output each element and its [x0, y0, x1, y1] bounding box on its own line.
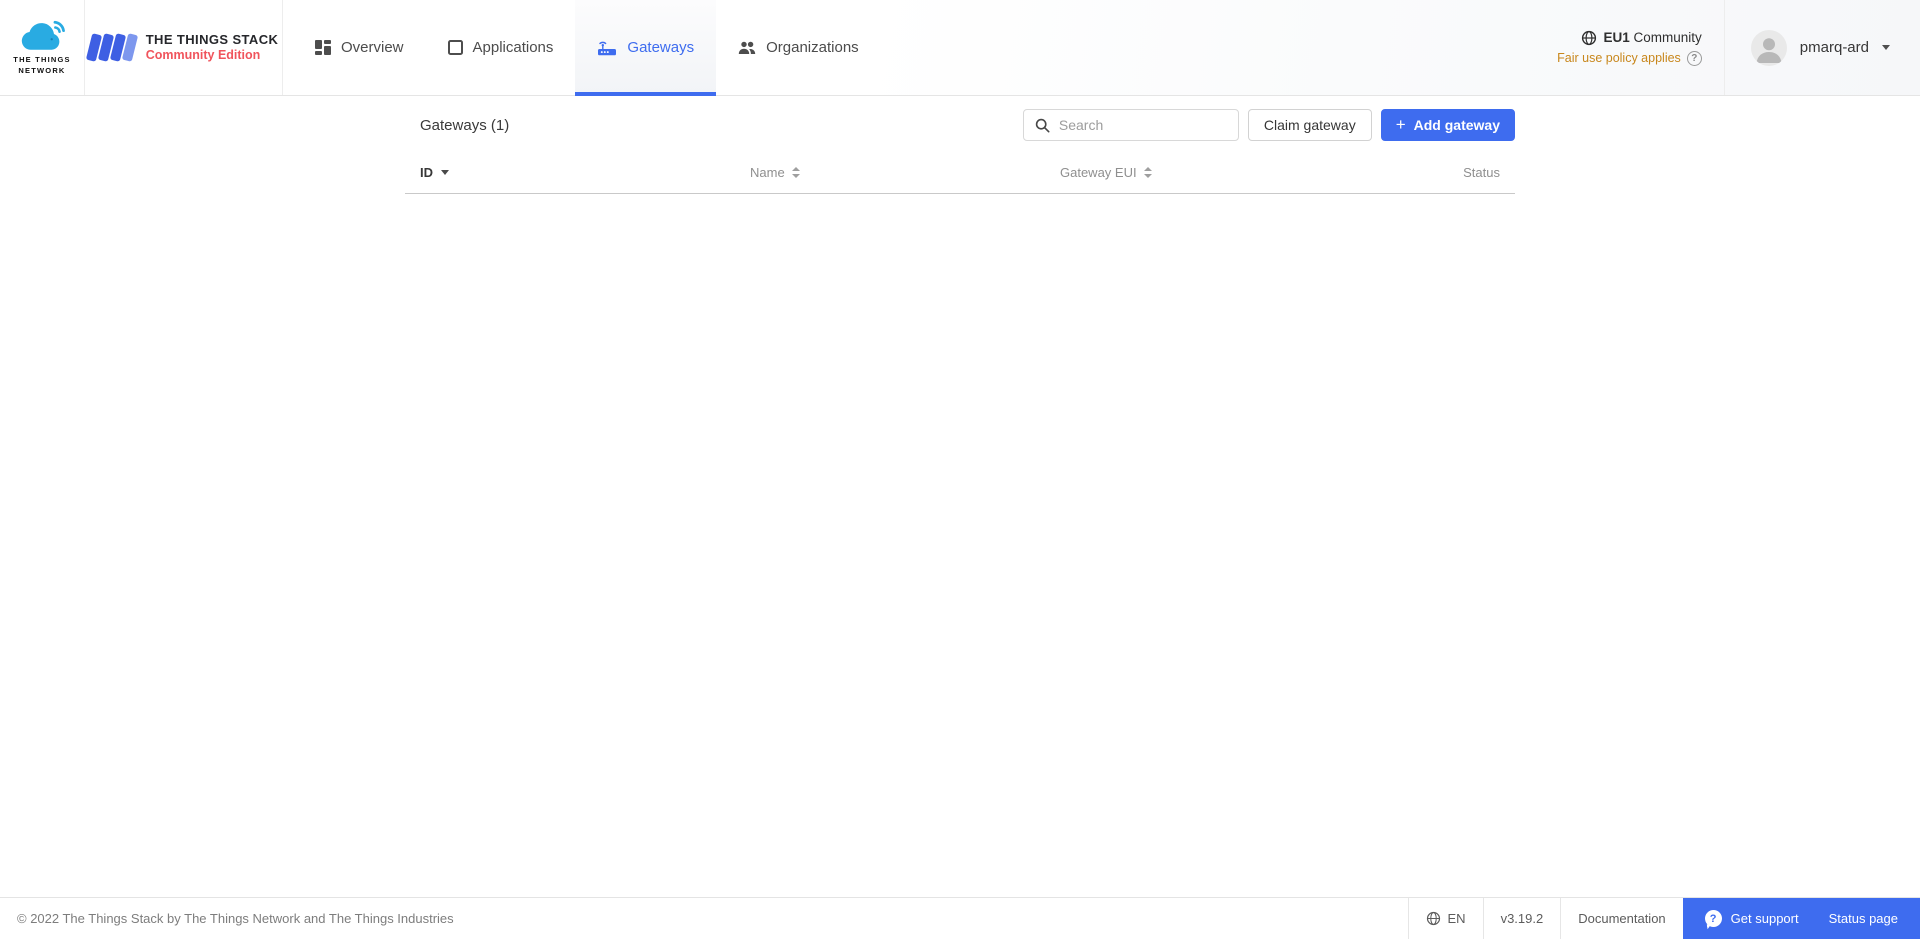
tts-logo-title: THE THINGS STACK [145, 31, 279, 47]
help-circle-icon[interactable]: ? [1686, 50, 1702, 66]
tab-gateways-label: Gateways [627, 39, 695, 56]
search-input[interactable] [1058, 117, 1227, 133]
add-gateway-button[interactable]: + Add gateway [1380, 109, 1515, 141]
tab-applications-label: Applications [472, 39, 554, 56]
cluster-name: EU1 [1603, 30, 1630, 45]
chevron-down-icon [1882, 45, 1890, 50]
search-icon [1035, 118, 1050, 132]
tab-organizations[interactable]: Organizations [716, 0, 881, 95]
plus-icon: + [1395, 115, 1406, 134]
overview-grid-icon [315, 40, 331, 55]
column-header-gateway-eui[interactable]: Gateway EUI [1060, 165, 1370, 180]
gateways-toolbar: Gateways (1) Claim gateway + Add gateway [405, 109, 1515, 141]
page-title: Gateways (1) [420, 116, 510, 134]
documentation-link[interactable]: Documentation [1560, 898, 1682, 939]
tts-stack-icon [85, 33, 138, 62]
fair-use-text: Fair use policy applies [1557, 51, 1681, 65]
gateways-table-header: ID Name Gateway EUI Status [405, 165, 1515, 194]
ttn-cloud-icon [21, 21, 65, 51]
add-gateway-label: Add gateway [1413, 117, 1500, 133]
sort-both-icon [791, 167, 800, 178]
applications-box-icon [447, 40, 463, 55]
support-question-icon: ? [1704, 910, 1722, 927]
get-support-label: Get support [1730, 911, 1799, 926]
column-header-name[interactable]: Name [750, 165, 1060, 180]
sort-both-icon [1143, 167, 1152, 178]
cluster-type: Community [1633, 30, 1702, 45]
user-menu[interactable]: pmarq-ard [1723, 0, 1920, 95]
search-box[interactable] [1022, 109, 1239, 141]
tab-gateways[interactable]: Gateways [575, 0, 717, 96]
things-stack-logo[interactable]: THE THINGS STACK Community Edition [85, 0, 283, 95]
main-nav: Overview Applications Gateways Organizat… [293, 0, 881, 96]
tab-overview[interactable]: Overview [293, 0, 426, 95]
tab-applications[interactable]: Applications [426, 0, 576, 95]
tab-organizations-label: Organizations [766, 39, 859, 56]
ttn-logo-text: THE THINGS NETWORK [13, 55, 71, 75]
organizations-people-icon [738, 41, 756, 54]
header-spacer [881, 0, 1557, 95]
column-header-status: Status [1463, 165, 1500, 180]
things-network-logo[interactable]: THE THINGS NETWORK [0, 0, 85, 95]
tts-logo-subtitle: Community Edition [145, 47, 261, 62]
column-header-id[interactable]: ID [420, 165, 750, 180]
language-label: EN [1447, 911, 1466, 926]
top-navigation-bar: THE THINGS NETWORK THE THINGS STACK Comm… [0, 0, 1920, 96]
gateway-router-icon [598, 41, 617, 56]
user-name: pmarq-ard [1799, 39, 1869, 56]
globe-icon [1426, 911, 1440, 926]
cluster-selector[interactable]: EU1 Community [1581, 30, 1702, 46]
footer-spacer [454, 898, 1408, 939]
claim-gateway-button[interactable]: Claim gateway [1247, 109, 1372, 141]
copyright-text: © 2022 The Things Stack by The Things Ne… [17, 911, 454, 926]
avatar [1750, 29, 1787, 66]
status-page-link[interactable]: Status page [1829, 911, 1898, 926]
fair-use-notice[interactable]: Fair use policy applies ? [1557, 50, 1702, 66]
globe-icon [1581, 30, 1596, 45]
tab-overview-label: Overview [341, 39, 404, 56]
sort-desc-icon [441, 170, 449, 175]
cluster-info: EU1 Community Fair use policy applies ? [1557, 0, 1724, 95]
footer-support-section: ? Get support Status page [1682, 898, 1920, 939]
footer: © 2022 The Things Stack by The Things Ne… [0, 897, 1920, 939]
version-label: v3.19.2 [1482, 898, 1561, 939]
language-selector[interactable]: EN [1407, 898, 1483, 939]
main-content: Gateways (1) Claim gateway + Add gateway [0, 96, 1920, 897]
get-support-link[interactable]: ? Get support [1704, 910, 1799, 927]
